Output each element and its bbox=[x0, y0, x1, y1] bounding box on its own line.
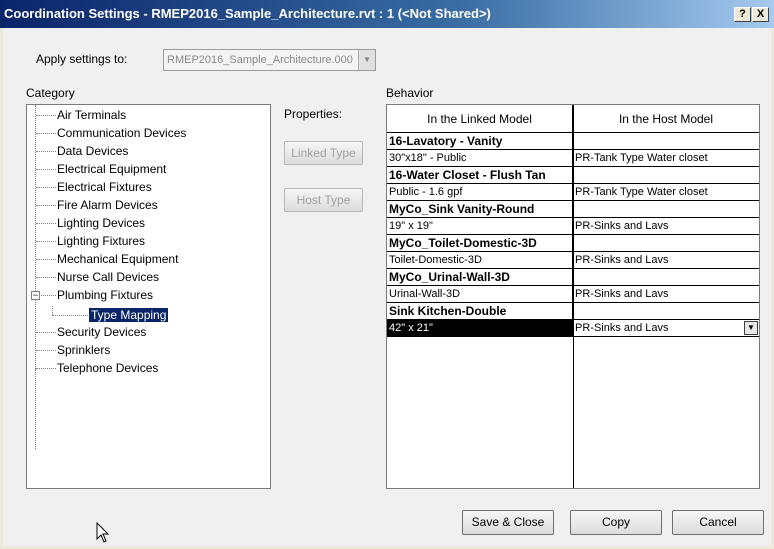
chevron-down-icon[interactable]: ▼ bbox=[744, 321, 758, 335]
tree-connector bbox=[36, 169, 56, 170]
mouse-pointer-icon bbox=[96, 522, 110, 543]
host-cell[interactable]: PR-Tank Type Water closet bbox=[573, 184, 759, 201]
host-cell[interactable] bbox=[573, 269, 759, 286]
linked-cell[interactable]: MyCo_Sink Vanity-Round bbox=[387, 201, 573, 218]
tree-connector bbox=[52, 315, 88, 316]
linked-cell[interactable]: Public - 1.6 gpf bbox=[387, 184, 573, 201]
tree-connector bbox=[36, 368, 56, 369]
table-row[interactable]: 16-Lavatory - Vanity bbox=[387, 133, 759, 150]
linked-cell[interactable]: Sink Kitchen-Double bbox=[387, 303, 573, 320]
chevron-down-icon[interactable]: ▼ bbox=[358, 50, 375, 70]
category-item-lighting-devices[interactable]: Lighting Devices bbox=[57, 214, 145, 232]
host-cell[interactable] bbox=[573, 235, 759, 252]
tree-connector bbox=[35, 369, 36, 449]
type-mapping-label: Type Mapping bbox=[87, 307, 170, 323]
host-cell[interactable] bbox=[573, 167, 759, 184]
host-cell[interactable]: PR-Tank Type Water closet bbox=[573, 150, 759, 167]
linked-type-button[interactable]: Linked Type bbox=[284, 141, 363, 165]
table-row[interactable]: Urinal-Wall-3D PR-Sinks and Lavs bbox=[387, 286, 759, 303]
category-item-electrical-fixtures[interactable]: Electrical Fixtures bbox=[57, 178, 152, 196]
linked-cell[interactable]: Toilet-Domestic-3D bbox=[387, 252, 573, 269]
tree-connector bbox=[36, 205, 56, 206]
table-row[interactable]: 16-Water Closet - Flush Tan bbox=[387, 167, 759, 184]
close-button[interactable]: X bbox=[752, 7, 769, 22]
tree-connector bbox=[52, 306, 53, 315]
table-row[interactable]: MyCo_Urinal-Wall-3D bbox=[387, 269, 759, 286]
host-type-dropdown[interactable]: PR-Sinks and Lavs ▼ bbox=[573, 320, 759, 337]
tree-connector bbox=[36, 223, 56, 224]
category-item-sprinklers[interactable]: Sprinklers bbox=[57, 341, 110, 359]
tree-connector bbox=[36, 350, 56, 351]
apply-settings-label: Apply settings to: bbox=[36, 52, 128, 66]
linked-cell[interactable]: MyCo_Urinal-Wall-3D bbox=[387, 269, 573, 286]
host-cell[interactable]: PR-Sinks and Lavs bbox=[573, 286, 759, 303]
table-row[interactable]: Toilet-Domestic-3D PR-Sinks and Lavs bbox=[387, 252, 759, 269]
host-cell[interactable] bbox=[573, 303, 759, 320]
linked-cell[interactable]: 30"x18" - Public bbox=[387, 150, 573, 167]
tree-connector bbox=[36, 332, 56, 333]
tree-connector bbox=[36, 241, 56, 242]
linked-cell[interactable]: Urinal-Wall-3D bbox=[387, 286, 573, 303]
tree-connector bbox=[41, 295, 56, 296]
table-row[interactable]: 30"x18" - Public PR-Tank Type Water clos… bbox=[387, 150, 759, 167]
host-cell[interactable] bbox=[573, 201, 759, 218]
table-row[interactable]: Public - 1.6 gpf PR-Tank Type Water clos… bbox=[387, 184, 759, 201]
linked-cell[interactable]: 16-Lavatory - Vanity bbox=[387, 133, 573, 150]
tree-connector bbox=[36, 187, 56, 188]
category-item-lighting-fixtures[interactable]: Lighting Fixtures bbox=[57, 232, 145, 250]
apply-settings-value: RMEP2016_Sample_Architecture.000 bbox=[167, 54, 353, 66]
title-bar: Coordination Settings - RMEP2016_Sample_… bbox=[0, 0, 774, 28]
linked-cell[interactable]: 16-Water Closet - Flush Tan bbox=[387, 167, 573, 184]
category-item-telephone-devices[interactable]: Telephone Devices bbox=[57, 359, 158, 377]
table-row[interactable]: Sink Kitchen-Double bbox=[387, 303, 759, 320]
properties-label: Properties: bbox=[284, 107, 343, 121]
category-item-electrical-equipment[interactable]: Electrical Equipment bbox=[57, 160, 166, 178]
help-button[interactable]: ? bbox=[734, 7, 751, 22]
host-cell[interactable]: PR-Sinks and Lavs bbox=[573, 252, 759, 269]
tree-connector bbox=[36, 151, 56, 152]
tree-connector bbox=[36, 115, 56, 116]
table-row-selected[interactable]: 42" x 21" PR-Sinks and Lavs ▼ bbox=[387, 320, 759, 337]
linked-cell[interactable]: MyCo_Toilet-Domestic-3D bbox=[387, 235, 573, 252]
category-item-nurse-call-devices[interactable]: Nurse Call Devices bbox=[57, 268, 159, 286]
host-cell[interactable] bbox=[573, 133, 759, 150]
table-row[interactable]: 19" x 19" PR-Sinks and Lavs bbox=[387, 218, 759, 235]
category-item-air-terminals[interactable]: Air Terminals bbox=[57, 106, 126, 124]
cancel-button[interactable]: Cancel bbox=[672, 510, 764, 535]
tree-connector bbox=[35, 105, 36, 369]
category-item-communication-devices[interactable]: Communication Devices bbox=[57, 124, 186, 142]
behavior-grid[interactable]: In the Linked Model In the Host Model 16… bbox=[386, 104, 760, 489]
linked-cell[interactable]: 19" x 19" bbox=[387, 218, 573, 235]
column-header-linked[interactable]: In the Linked Model bbox=[387, 105, 573, 133]
category-item-fire-alarm-devices[interactable]: Fire Alarm Devices bbox=[57, 196, 158, 214]
linked-cell[interactable]: 42" x 21" bbox=[387, 320, 573, 337]
table-row[interactable]: MyCo_Toilet-Domestic-3D bbox=[387, 235, 759, 252]
category-tree[interactable]: Air Terminals Communication Devices Data… bbox=[26, 104, 271, 489]
category-item-security-devices[interactable]: Security Devices bbox=[57, 323, 146, 341]
window-title: Coordination Settings - RMEP2016_Sample_… bbox=[4, 6, 491, 21]
behavior-label: Behavior bbox=[386, 86, 434, 100]
collapse-icon[interactable]: − bbox=[31, 291, 40, 300]
table-row[interactable]: MyCo_Sink Vanity-Round bbox=[387, 201, 759, 218]
tree-connector bbox=[36, 277, 56, 278]
host-type-button[interactable]: Host Type bbox=[284, 188, 363, 212]
category-label: Category bbox=[26, 86, 75, 100]
category-item-data-devices[interactable]: Data Devices bbox=[57, 142, 128, 160]
copy-button[interactable]: Copy bbox=[570, 510, 662, 535]
tree-connector bbox=[36, 133, 56, 134]
host-cell[interactable]: PR-Sinks and Lavs bbox=[573, 218, 759, 235]
host-type-value: PR-Sinks and Lavs bbox=[575, 322, 669, 334]
category-item-mechanical-equipment[interactable]: Mechanical Equipment bbox=[57, 250, 178, 268]
save-close-button[interactable]: Save & Close bbox=[462, 510, 554, 535]
category-item-plumbing-fixtures[interactable]: Plumbing Fixtures bbox=[57, 286, 153, 304]
tree-connector bbox=[36, 259, 56, 260]
category-item-type-mapping[interactable]: Type Mapping bbox=[87, 306, 170, 324]
apply-settings-combo[interactable]: RMEP2016_Sample_Architecture.000 ▼ bbox=[163, 49, 376, 71]
column-header-host[interactable]: In the Host Model bbox=[573, 105, 759, 133]
